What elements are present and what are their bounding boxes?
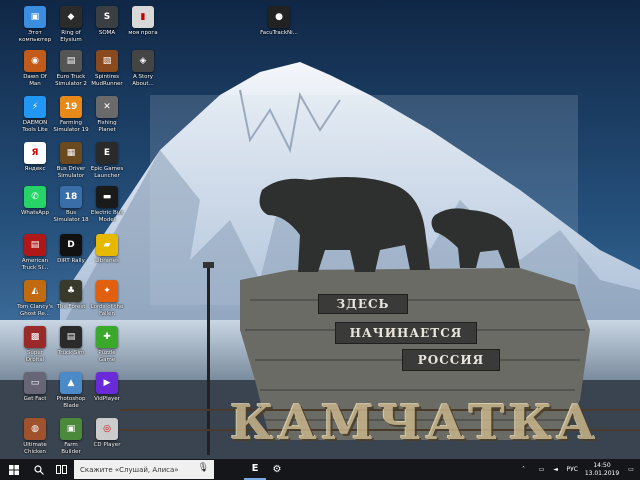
desktop-icon-label: моя прога [128,30,158,36]
volume-icon: ◄ [553,466,558,473]
tray-network[interactable]: ▭ [535,459,549,480]
steam-icon: ⚙ [272,464,282,475]
game-icon: ▤ [24,234,46,256]
game-icon: ▤ [60,50,82,72]
game-icon: ✦ [96,280,118,302]
game-icon: ▧ [96,50,118,72]
desktop-icon[interactable]: ▶ VidPlayer [85,372,129,403]
search-button[interactable] [28,459,50,480]
app-icon: ⚡ [24,96,46,118]
game-icon: ▩ [24,326,46,348]
game-icon: ▦ [60,142,82,164]
desktop-icon[interactable]: ◎ CD Player [85,418,129,449]
clock[interactable]: 14:50 13.01.2019 [582,462,622,478]
desktop-icon-label: VidPlayer [94,396,120,402]
game-icon: ◉ [24,50,46,72]
tray-volume[interactable]: ◄ [549,459,563,480]
notification-button[interactable]: ▭ [622,459,640,480]
search-icon [34,464,44,475]
clock-date: 13.01.2019 [584,469,620,477]
desktop-icon-label: FacuTrackNi... [260,30,298,36]
chevron-up-icon: ˄ [522,466,526,473]
browser-icon: Я [24,142,46,164]
monument-sign-middle: НАЧИНАЕТСЯ [335,322,477,344]
tray-overflow-button[interactable]: ˄ [513,459,535,480]
desktop-icon-label: Electric Bus Model [90,210,124,223]
desktop-icon[interactable]: ▰ Libraries [85,234,129,265]
clock-time: 14:50 [593,461,611,469]
game-icon: ▤ [60,326,82,348]
desktop-icon[interactable]: E Epic Games Launcher [85,142,129,179]
task-view-icon [55,465,67,474]
notification-icon: ▭ [628,466,634,473]
task-view-button[interactable] [50,459,72,480]
search-box[interactable]: Скажите «Слушай, Алиса» 🎙 [74,460,214,479]
app-icon: E [96,142,118,164]
game-icon: ▬ [96,186,118,208]
game-icon: ◍ [24,418,46,440]
game-icon: ✕ [96,96,118,118]
game-icon: S [96,6,118,28]
monument-sign-bottom: РОССИЯ [402,349,500,371]
app-icon: ◎ [96,418,118,440]
desktop-icon-label: Fishing Planet [97,120,117,133]
epic-games-icon: E [251,463,259,474]
game-icon: 19 [60,96,82,118]
game-icon: ♣ [60,280,82,302]
desktop-icon[interactable]: ◈ A Story About... [121,50,165,87]
chat-icon: ✆ [24,186,46,208]
desktop-icon[interactable]: ▮ моя прога [121,6,165,37]
app-icon: ▲ [60,372,82,394]
game-icon: ◆ [60,6,82,28]
desktop-icon[interactable]: ▬ Electric Bus Model [85,186,129,223]
computer-icon: ▣ [24,6,46,28]
kamchatka-banner: КАМЧАТКА [230,395,600,451]
app-icon: ▭ [24,372,46,394]
game-icon: ◭ [24,280,46,302]
desktop-icon[interactable]: ✕ Fishing Planet [85,96,129,133]
monument-sign-top: ЗДЕСЬ [318,294,408,314]
network-icon: ▭ [538,466,545,473]
taskbar-steam[interactable]: ⚙ [266,459,288,480]
language-indicator[interactable]: РУС [563,466,582,473]
desktop-icon[interactable]: ✦ Lords of the Fallen [85,280,129,317]
game-icon: D [60,234,82,256]
microphone-icon[interactable]: 🎙 [198,463,209,473]
desktop-icon-label: Puzzle Game [98,350,116,363]
desktop-icon-label: Epic Games Launcher [90,166,124,179]
windows-icon [9,464,19,475]
taskbar-epic-games[interactable]: E [244,459,266,480]
desktop-icon-label: CD Player [93,442,121,448]
app-icon: ▶ [96,372,118,394]
search-placeholder: Скажите «Слушай, Алиса» [80,465,179,474]
file-icon: ▮ [132,6,154,28]
desktop-icon[interactable]: ● FacuTrackNi... [257,6,301,37]
game-icon: ◈ [132,50,154,72]
desktop-icon[interactable]: ✚ Puzzle Game [85,326,129,363]
game-icon: ▣ [60,418,82,440]
game-icon: 18 [60,186,82,208]
desktop-icon-label: Lords of the Fallen [90,304,124,317]
desktop-icon-label: Libraries [95,258,119,264]
app-icon: ● [268,6,290,28]
start-button[interactable] [0,459,28,480]
folder-icon: ▰ [96,234,118,256]
desktop-icon-label: A Story About... [132,74,154,87]
taskbar: Скажите «Слушай, Алиса» 🎙 E ⚙ ˄ ▭ ◄ РУС … [0,459,640,480]
game-icon: ✚ [96,326,118,348]
